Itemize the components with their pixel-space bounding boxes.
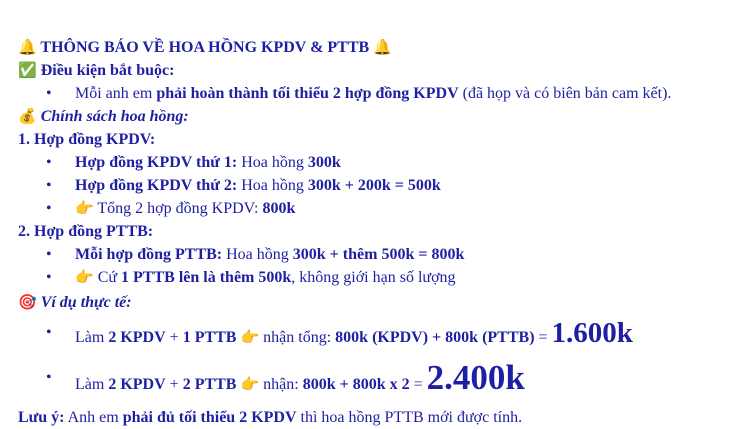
pttb-item-2-pre: Cứ [93, 269, 122, 286]
example-2-eq: = [409, 376, 427, 393]
kpdv-item-2-text: Hoa hồng [237, 177, 308, 194]
kpdv-item-1-value: 300k [307, 154, 341, 171]
example-2-calc: 800k + 800k x 2 [302, 376, 410, 393]
example-1-b2: 1 PTTB [182, 329, 237, 346]
pttb-item-1-text: Hoa hồng [222, 246, 293, 263]
pointing-hand-icon: 👉 [75, 268, 94, 286]
example-1-pre: Làm [75, 329, 109, 346]
example-2-t2: nhận: [259, 376, 303, 393]
kpdv-item-2: Hợp đồng KPDV thứ 2: Hoa hồng 300k + 200… [18, 174, 736, 197]
pttb-heading: 2. Hợp đồng PTTB: [18, 223, 154, 240]
pttb-item-2: 👉 Cứ 1 PTTB lên là thêm 500k, không giới… [18, 266, 736, 289]
kpdv-heading: 1. Hợp đồng KPDV: [18, 131, 156, 148]
kpdv-item-1: Hợp đồng KPDV thứ 1: Hoa hồng 300k [18, 151, 736, 174]
example-2-b2: 2 PTTB [182, 376, 237, 393]
example-2-pre: Làm [75, 376, 109, 393]
conditions-prefix: Mỗi anh em [75, 85, 157, 102]
kpdv-item-2-value: 300k + 200k = 500k [307, 177, 441, 194]
conditions-suffix: (đã họp và có biên bản cam kết). [458, 85, 672, 102]
pttb-item-1-label: Mỗi hợp đồng PTTB: [75, 246, 223, 263]
pttb-item-2-post: , không giới hạn số lượng [291, 269, 456, 286]
policy-heading-text: Chính sách hoa hồng: [40, 108, 189, 125]
example-2-mid: + [165, 376, 183, 393]
example-item-1: Làm 2 KPDV + 1 PTTB 👉 nhận tổng: 800k (K… [18, 314, 736, 357]
kpdv-total: 👉 Tổng 2 hợp đồng KPDV: 800k [18, 197, 736, 220]
note: Lưu ý: Anh em phải đủ tối thiểu 2 KPDV t… [18, 406, 736, 429]
title-text: THÔNG BÁO VỀ HOA HỒNG KPDV & PTTB [40, 39, 370, 56]
bell-icon: 🔔 [18, 38, 37, 56]
note-pre: Anh em [64, 409, 123, 426]
example-1-mid: + [165, 329, 183, 346]
note-bold: phải đủ tối thiểu 2 KPDV [122, 409, 297, 426]
pttb-item-1-value: 300k + thêm 500k = 800k [292, 246, 465, 263]
target-icon: 🎯 [18, 293, 37, 311]
kpdv-item-2-label: Hợp đồng KPDV thứ 2: [75, 177, 238, 194]
example-1-eq: = [534, 329, 552, 346]
example-heading-text: Ví dụ thực tế: [40, 294, 132, 311]
pttb-item-2-bold: 1 PTTB lên là thêm 500k [121, 269, 292, 286]
pointing-hand-icon: 👉 [75, 199, 94, 217]
announcement-title: 🔔 THÔNG BÁO VỀ HOA HỒNG KPDV & PTTB 🔔 [18, 36, 736, 59]
money-bag-icon: 💰 [18, 107, 37, 125]
kpdv-item-1-text: Hoa hồng [237, 154, 308, 171]
example-1-b1: 2 KPDV [108, 329, 166, 346]
example-2-b1: 2 KPDV [108, 376, 166, 393]
conditions-heading: ✅ Điều kiện bắt buộc: [18, 59, 736, 82]
pttb-item-1: Mỗi hợp đồng PTTB: Hoa hồng 300k + thêm … [18, 243, 736, 266]
kpdv-item-1-label: Hợp đồng KPDV thứ 1: [75, 154, 238, 171]
pointing-hand-icon: 👉 [240, 375, 260, 393]
kpdv-total-value: 800k [262, 200, 296, 217]
note-label: Lưu ý: [18, 409, 65, 426]
example-item-2: Làm 2 KPDV + 2 PTTB 👉 nhận: 800k + 800k … [18, 357, 736, 406]
pointing-hand-icon: 👉 [240, 328, 260, 346]
conditions-heading-text: Điều kiện bắt buộc: [40, 62, 175, 79]
example-1-calc: 800k (KPDV) + 800k (PTTB) [335, 329, 535, 346]
kpdv-total-text: Tổng 2 hợp đồng KPDV: [93, 200, 263, 217]
example-1-result: 1.600k [551, 317, 633, 349]
example-heading: 🎯 Ví dụ thực tế: [18, 291, 736, 314]
policy-heading: 💰 Chính sách hoa hồng: [18, 105, 736, 128]
bell-icon: 🔔 [373, 38, 392, 56]
conditions-item: Mỗi anh em phải hoàn thành tối thiểu 2 h… [18, 82, 736, 105]
note-post: thì hoa hồng PTTB mới được tính. [296, 409, 523, 426]
conditions-bold: phải hoàn thành tối thiểu 2 hợp đồng KPD… [156, 85, 459, 102]
check-icon: ✅ [18, 61, 37, 79]
example-1-t2: nhận tổng: [259, 329, 336, 346]
announcement: 🔔 THÔNG BÁO VỀ HOA HỒNG KPDV & PTTB 🔔 ✅ … [0, 0, 736, 429]
example-2-result: 2.400k [426, 358, 525, 397]
